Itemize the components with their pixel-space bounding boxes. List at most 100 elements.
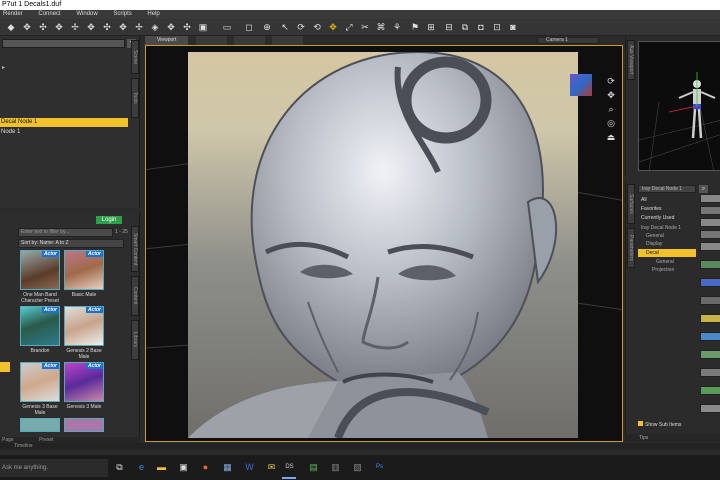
content-search-input[interactable]: Enter text to filter by... bbox=[18, 228, 113, 237]
app-icon[interactable]: ▧ bbox=[352, 462, 363, 473]
toolbar-icon[interactable]: ◻ bbox=[244, 22, 254, 32]
zoom-icon[interactable]: ⌕ bbox=[606, 104, 616, 114]
content-thumbnail[interactable] bbox=[64, 418, 104, 432]
scene-row[interactable]: Node 1 bbox=[0, 128, 128, 136]
content-thumbnail[interactable] bbox=[20, 418, 60, 432]
surfaces-tab[interactable]: Surfaces bbox=[627, 184, 635, 224]
scale-icon[interactable]: ⤢ bbox=[344, 22, 354, 32]
content-thumbnail[interactable]: Actor bbox=[20, 362, 60, 402]
show-sub-items-checkbox[interactable]: Show Sub Items bbox=[638, 421, 681, 428]
tab-viewport-2[interactable] bbox=[195, 36, 227, 45]
scene-expand-icon[interactable]: ▸ bbox=[2, 64, 5, 71]
orbit-icon[interactable]: ⟳ bbox=[606, 76, 616, 86]
toolbar-icon[interactable]: ◈ bbox=[150, 22, 160, 32]
toolbar-icon[interactable]: ✥ bbox=[22, 22, 32, 32]
camera-icon[interactable]: ◙ bbox=[508, 22, 518, 32]
property-swatch[interactable] bbox=[700, 386, 720, 395]
scene-side-tab[interactable]: Scene bbox=[131, 40, 139, 74]
content-thumbnail[interactable]: Actor bbox=[64, 250, 104, 290]
category-selected-marker[interactable] bbox=[0, 362, 10, 372]
tab-viewport-4[interactable] bbox=[272, 36, 304, 45]
reset-view-icon[interactable]: ⏏ bbox=[606, 132, 616, 142]
toolbar-icon[interactable]: ✢ bbox=[70, 22, 80, 32]
geometry-icon[interactable]: ⊟ bbox=[444, 22, 454, 32]
menu-help[interactable]: Help bbox=[147, 10, 159, 19]
view-cube[interactable] bbox=[570, 74, 592, 96]
photoshop-icon[interactable]: Ps bbox=[374, 462, 385, 473]
geometry-icon[interactable]: ⚘ bbox=[392, 22, 402, 32]
toolbar-icon[interactable]: ✣ bbox=[182, 22, 192, 32]
rotate-icon[interactable]: ⟳ bbox=[296, 22, 306, 32]
property-swatch[interactable] bbox=[700, 404, 720, 413]
content-thumbnail[interactable]: Actor bbox=[20, 306, 60, 346]
property-swatch[interactable] bbox=[700, 230, 720, 239]
joint-icon[interactable]: ✂ bbox=[360, 22, 370, 32]
property-swatch[interactable] bbox=[700, 332, 720, 341]
viewport-canvas[interactable]: ⟳ ✥ ⌕ ◎ ⏏ bbox=[145, 45, 623, 442]
menu-render[interactable]: Render bbox=[3, 10, 23, 19]
toolbar-icon[interactable]: ✥ bbox=[166, 22, 176, 32]
surface-tree-item-selected[interactable]: Decal bbox=[638, 249, 696, 257]
toolbar-icon[interactable]: ✣ bbox=[38, 22, 48, 32]
scene-row-selected[interactable]: Decal Node 1 bbox=[0, 118, 128, 127]
toolbar-icon[interactable]: ✥ bbox=[54, 22, 64, 32]
property-swatch[interactable] bbox=[700, 242, 720, 251]
tab-viewport[interactable]: Viewport bbox=[145, 36, 189, 45]
frame-icon[interactable]: ◎ bbox=[606, 118, 616, 128]
property-swatch[interactable] bbox=[700, 350, 720, 359]
aux-viewport-tab[interactable]: Aux Viewport bbox=[627, 40, 635, 80]
menu-scripts[interactable]: Scripts bbox=[113, 10, 131, 19]
geometry-icon[interactable]: ⊞ bbox=[426, 22, 436, 32]
property-swatch[interactable] bbox=[700, 278, 720, 287]
toolbar-icon[interactable]: ▣ bbox=[198, 22, 208, 32]
surface-filter-current[interactable]: Currently Used bbox=[638, 214, 698, 222]
tab-viewport-3[interactable] bbox=[234, 36, 266, 45]
login-button[interactable]: Login bbox=[96, 216, 122, 224]
side-tab[interactable]: Tools bbox=[131, 78, 139, 118]
menu-window[interactable]: Window bbox=[76, 10, 97, 19]
geometry-icon[interactable]: ⧉ bbox=[460, 22, 470, 32]
geometry-icon[interactable]: ⚑ bbox=[410, 22, 420, 32]
search-icon[interactable]: ⌕ bbox=[699, 185, 708, 193]
timeline-tab[interactable]: Timeline bbox=[0, 443, 720, 450]
property-swatch[interactable] bbox=[700, 368, 720, 377]
geometry-icon[interactable]: ⌘ bbox=[376, 22, 386, 32]
explorer-icon[interactable]: ▬ bbox=[156, 462, 167, 473]
tips-tab[interactable]: Tips bbox=[625, 434, 720, 442]
translate-icon[interactable]: ✥ bbox=[328, 22, 338, 32]
camera-selector[interactable]: Camera 1 bbox=[537, 37, 599, 44]
toolbar-icon[interactable]: ✢ bbox=[134, 22, 144, 32]
content-thumbnail[interactable]: Actor bbox=[64, 306, 104, 346]
firefox-icon[interactable]: ● bbox=[200, 462, 211, 473]
property-swatch[interactable] bbox=[700, 314, 720, 323]
scene-search-input[interactable] bbox=[2, 39, 125, 48]
geometry-icon[interactable]: ⊡ bbox=[492, 22, 502, 32]
toolbar-icon[interactable]: ✥ bbox=[118, 22, 128, 32]
task-view-icon[interactable]: ⧉ bbox=[114, 462, 125, 473]
surface-node-selector[interactable]: Iray Decal Node 1 bbox=[638, 185, 696, 193]
toolbar-icon[interactable]: ✣ bbox=[102, 22, 112, 32]
property-swatch[interactable] bbox=[700, 218, 720, 227]
pan-icon[interactable]: ✥ bbox=[606, 90, 616, 100]
content-thumbnail[interactable]: Actor bbox=[64, 362, 104, 402]
surface-tree-item[interactable]: General bbox=[638, 232, 696, 240]
surface-filter-all[interactable]: All bbox=[638, 196, 698, 204]
surface-tree-item[interactable]: Projection bbox=[638, 266, 696, 274]
content-thumbnail[interactable]: Actor bbox=[20, 250, 60, 290]
mail-icon[interactable]: ✉ bbox=[266, 462, 277, 473]
side-tab[interactable]: Library bbox=[131, 320, 139, 360]
property-swatch[interactable] bbox=[700, 260, 720, 269]
property-swatch[interactable] bbox=[700, 296, 720, 305]
toolbar-icon[interactable]: ✥ bbox=[86, 22, 96, 32]
toolbar-icon[interactable]: ▭ bbox=[222, 22, 232, 32]
property-swatch[interactable] bbox=[700, 194, 720, 203]
geometry-icon[interactable]: ◘ bbox=[476, 22, 486, 32]
surface-tree-root[interactable]: Iray Decal Node 1 bbox=[638, 224, 696, 232]
smart-content-tab[interactable]: Smart Content bbox=[131, 226, 139, 272]
app-icon[interactable]: ▦ bbox=[222, 462, 233, 473]
app-icon[interactable]: ▥ bbox=[330, 462, 341, 473]
menu-connect[interactable]: Connect bbox=[38, 10, 60, 19]
aux-viewport-canvas[interactable] bbox=[638, 41, 720, 171]
edge-icon[interactable]: e bbox=[136, 462, 147, 473]
property-swatch[interactable] bbox=[700, 206, 720, 215]
